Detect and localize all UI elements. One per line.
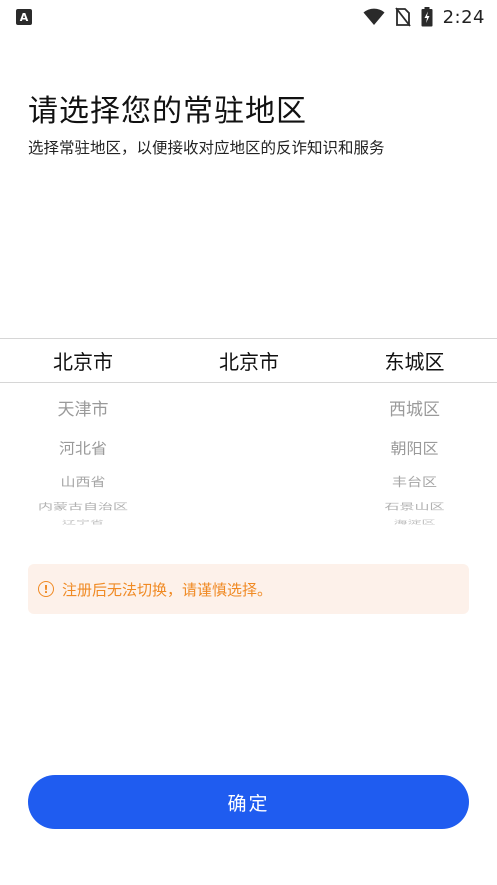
district-wheel[interactable]: 东城区 西城区 朝阳区 丰台区 石景山区 海淀区 bbox=[332, 338, 497, 530]
province-option[interactable]: 山西省 bbox=[0, 473, 166, 489]
clock-time: 2:24 bbox=[442, 6, 485, 28]
district-option[interactable]: 海淀区 bbox=[332, 519, 497, 526]
page-title: 请选择您的常驻地区 bbox=[28, 94, 307, 129]
district-option[interactable]: 西城区 bbox=[332, 395, 497, 420]
province-option[interactable]: 辽宁省 bbox=[0, 519, 166, 526]
district-option[interactable]: 朝阳区 bbox=[332, 436, 497, 458]
region-picker: 北京市 天津市 河北省 山西省 内蒙古自治区 辽宁省 北京市 东城区 西城区 朝… bbox=[0, 338, 497, 530]
region-select-screen: A 2:24 请选择您的常驻地区 选择常驻地区，以便接收对应地区的反诈知识和服务… bbox=[0, 0, 497, 885]
district-option[interactable]: 石景山区 bbox=[332, 501, 497, 513]
province-option[interactable]: 内蒙古自治区 bbox=[0, 501, 166, 513]
province-wheel[interactable]: 北京市 天津市 河北省 山西省 内蒙古自治区 辽宁省 bbox=[0, 338, 166, 530]
wifi-icon bbox=[363, 8, 385, 26]
district-selected-option[interactable]: 东城区 bbox=[332, 346, 497, 375]
info-icon: ! bbox=[38, 581, 54, 597]
province-option[interactable]: 天津市 bbox=[0, 395, 166, 420]
warning-notice: ! 注册后无法切换，请谨慎选择。 bbox=[28, 564, 469, 614]
district-option[interactable]: 丰台区 bbox=[332, 473, 497, 489]
status-bar: A 2:24 bbox=[0, 0, 497, 34]
warning-notice-text: 注册后无法切换，请谨慎选择。 bbox=[62, 580, 273, 599]
province-selected-option[interactable]: 北京市 bbox=[0, 346, 166, 375]
page-subtitle: 选择常驻地区，以便接收对应地区的反诈知识和服务 bbox=[28, 139, 385, 157]
battery-charging-icon bbox=[421, 7, 433, 27]
city-selected-option[interactable]: 北京市 bbox=[166, 346, 332, 375]
no-sim-icon bbox=[394, 7, 411, 27]
province-option[interactable]: 河北省 bbox=[0, 436, 166, 458]
app-notification-icon: A bbox=[16, 9, 32, 25]
confirm-button[interactable]: 确定 bbox=[28, 775, 469, 829]
city-wheel[interactable]: 北京市 bbox=[166, 338, 332, 530]
